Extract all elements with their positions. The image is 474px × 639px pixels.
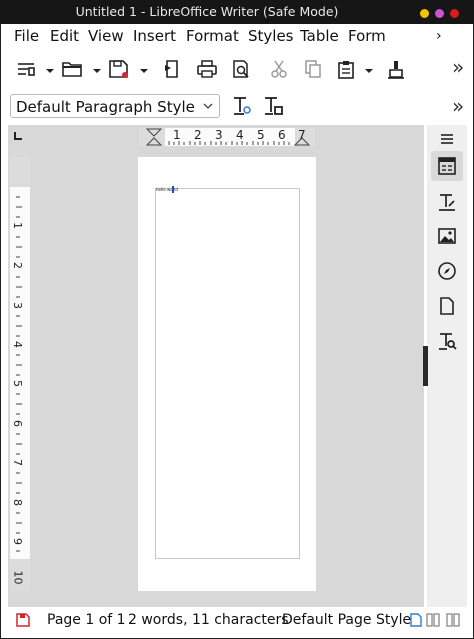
ruler-tick: 5	[257, 128, 265, 142]
open-dropdown-icon[interactable]	[92, 66, 102, 76]
style-inspector-icon[interactable]	[431, 326, 463, 356]
navigator-icon[interactable]	[431, 256, 463, 286]
close-button[interactable]	[450, 9, 459, 18]
text-boundary[interactable]	[155, 188, 300, 559]
menu-edit[interactable]: Edit	[50, 27, 79, 45]
format-toolbar-more-button[interactable]: »	[452, 94, 464, 118]
ruler-tick: 1	[173, 128, 181, 142]
menu-file[interactable]: File	[14, 27, 39, 45]
menu-form[interactable]: Form	[348, 27, 386, 45]
vertical-ruler[interactable]: 1 2 3 4 5 6 7 8 9 10	[10, 157, 30, 591]
page-count[interactable]: Page 1 of 1	[47, 612, 126, 628]
ruler-tick: 4	[11, 341, 24, 348]
update-style-icon[interactable]	[228, 94, 256, 118]
ruler-tick: 10	[11, 570, 25, 585]
paragraph-style-value: Default Paragraph Style	[16, 98, 195, 116]
properties-icon[interactable]	[431, 151, 463, 181]
new-style-icon[interactable]	[259, 94, 287, 118]
gallery-icon[interactable]	[431, 221, 463, 251]
menu-insert[interactable]: Insert	[133, 27, 176, 45]
single-page-view-icon[interactable]	[410, 613, 422, 627]
paste-icon[interactable]	[332, 57, 360, 81]
cut-icon[interactable]	[265, 57, 293, 81]
ruler-tick: 4	[236, 128, 244, 142]
clone-formatting-icon[interactable]	[382, 57, 410, 81]
ruler-tick: 2	[194, 128, 202, 142]
word-count[interactable]: 2 words, 11 characters	[128, 612, 289, 628]
ruler-tick: 7	[298, 128, 306, 142]
styles-icon[interactable]	[431, 187, 463, 217]
horizontal-ruler[interactable]: 1 2 3 4 5 6 7	[139, 128, 315, 146]
sidebar-menu-icon[interactable]	[431, 124, 463, 154]
status-bar: Page 1 of 1 2 words, 11 characters Defau…	[8, 609, 472, 631]
ruler-tick: 5	[11, 380, 24, 387]
menu-view[interactable]: View	[88, 27, 124, 45]
toolbar-more-button[interactable]: »	[452, 55, 464, 79]
ruler-tick: 8	[11, 499, 24, 506]
new-document-icon[interactable]	[12, 57, 40, 81]
ruler-tick: 6	[11, 420, 24, 427]
paste-dropdown-icon[interactable]	[364, 66, 374, 76]
chevron-down-icon	[203, 103, 213, 109]
page-icon[interactable]	[431, 291, 463, 321]
menu-styles[interactable]: Styles	[248, 27, 294, 45]
print-icon[interactable]	[193, 57, 221, 81]
menu-bar: File Edit View Insert Format Styles Tabl…	[8, 24, 472, 50]
sidebar-splitter[interactable]	[423, 346, 428, 386]
ruler-tick: 1	[11, 222, 24, 229]
print-preview-icon[interactable]	[227, 57, 255, 81]
document-text[interactable]: hello world	[156, 187, 178, 192]
new-dropdown-icon[interactable]	[45, 66, 55, 76]
save-icon[interactable]	[105, 57, 133, 81]
minimize-button[interactable]	[420, 9, 429, 18]
tab-stop-icon[interactable]	[13, 131, 23, 141]
document-modified-icon[interactable]	[16, 613, 30, 627]
copy-icon[interactable]	[299, 57, 327, 81]
menu-table[interactable]: Table	[300, 27, 339, 45]
open-icon[interactable]	[58, 57, 86, 81]
multi-page-view-icon[interactable]	[426, 613, 442, 627]
title-bar: Untitled 1 - LibreOffice Writer (Safe Mo…	[0, 0, 474, 24]
menu-more-button[interactable]: ›	[436, 28, 442, 44]
ruler-tick: 9	[11, 538, 24, 545]
window-title: Untitled 1 - LibreOffice Writer (Safe Mo…	[75, 4, 339, 19]
ruler-tick: 7	[11, 459, 24, 466]
text-cursor	[172, 186, 174, 193]
standard-toolbar: »	[8, 55, 472, 83]
ruler-tick: 6	[278, 128, 286, 142]
maximize-button[interactable]	[435, 9, 444, 18]
ruler-tick: 2	[11, 262, 24, 269]
paragraph-style-select[interactable]: Default Paragraph Style	[10, 94, 220, 118]
page-style[interactable]: Default Page Style	[282, 612, 411, 628]
book-view-icon[interactable]	[446, 613, 462, 627]
export-pdf-icon[interactable]	[158, 57, 186, 81]
menu-format[interactable]: Format	[186, 27, 239, 45]
ruler-tick: 3	[11, 302, 24, 309]
save-dropdown-icon[interactable]	[139, 66, 149, 76]
ruler-tick: 3	[215, 128, 223, 142]
